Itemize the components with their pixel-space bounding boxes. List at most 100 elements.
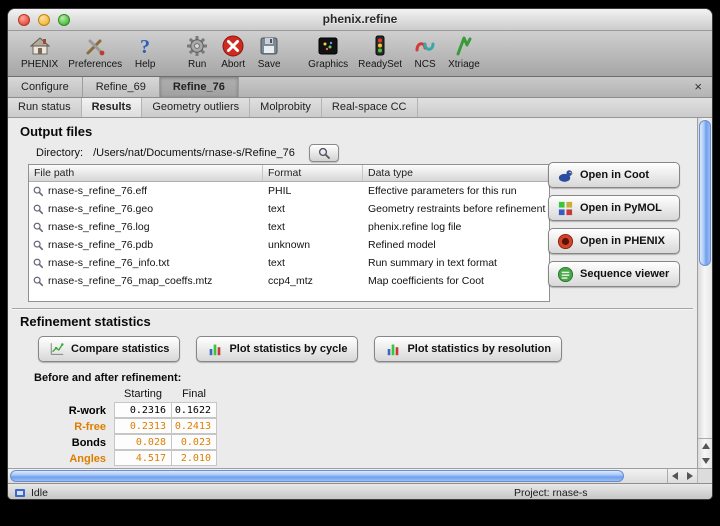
sequence-viewer-button[interactable]: Sequence viewer <box>548 261 680 287</box>
compare-statistics-button[interactable]: Compare statistics <box>38 336 180 362</box>
magnifier-icon <box>32 221 44 233</box>
browse-directory-button[interactable] <box>309 144 339 162</box>
file-format: ccp4_mtz <box>263 272 363 290</box>
vertical-scrollbar[interactable] <box>697 118 712 468</box>
toolbar-button-run[interactable]: Run <box>179 33 215 70</box>
zoom-window-button[interactable] <box>58 14 70 26</box>
column-header-data-type[interactable]: Data type <box>363 165 549 181</box>
stats-row-r-work: R-work 0.2316 0.1622 <box>52 403 217 419</box>
magnifier-icon <box>32 239 44 251</box>
toolbar-button-readyset[interactable]: ReadySet <box>353 33 407 70</box>
directory-label: Directory: <box>36 147 83 159</box>
stat-value-starting: 0.028 <box>114 434 172 450</box>
tab-results[interactable]: Results <box>82 98 143 117</box>
main-tab-bar: Configure Refine_69 Refine_76 × <box>8 77 712 98</box>
table-row[interactable]: rnase-s_refine_76_info.txt text Run summ… <box>29 254 549 272</box>
magnifier-icon <box>32 203 44 215</box>
refinement-statistics-heading: Refinement statistics <box>20 314 151 329</box>
file-path: rnase-s_refine_76_map_coeffs.mtz <box>48 272 212 290</box>
button-label: Sequence viewer <box>580 268 669 280</box>
close-tab-button[interactable]: × <box>691 77 705 97</box>
stat-value-final: 0.2413 <box>171 418 217 434</box>
stats-row-r-free: R-free 0.2313 0.2413 <box>52 419 217 435</box>
file-data-type: Run summary in text format <box>363 254 549 272</box>
toolbar-button-ncs[interactable]: NCS <box>407 33 443 70</box>
toolbar-button-help[interactable]: ? Help <box>127 33 163 70</box>
scrollbar-corner <box>697 468 712 483</box>
table-row[interactable]: rnase-s_refine_76.eff PHIL Effective par… <box>29 182 549 200</box>
plot-statistics-by-resolution-button[interactable]: Plot statistics by resolution <box>374 336 562 362</box>
bar-chart-icon <box>385 341 401 357</box>
table-row[interactable]: rnase-s_refine_76.geo text Geometry rest… <box>29 200 549 218</box>
tab-label: Configure <box>21 81 69 93</box>
stat-value-starting: 4.517 <box>114 450 172 466</box>
horizontal-scrollbar[interactable] <box>8 468 697 483</box>
ncs-icon <box>412 33 438 59</box>
toolbar-label: Run <box>188 59 206 70</box>
tab-run-status[interactable]: Run status <box>8 98 82 117</box>
search-icon <box>317 146 331 160</box>
file-format: PHIL <box>263 182 363 200</box>
magnifier-icon <box>32 185 44 197</box>
scroll-down-arrow[interactable] <box>698 454 713 469</box>
button-label: Compare statistics <box>71 343 169 355</box>
table-row[interactable]: rnase-s_refine_76.log text phenix.refine… <box>29 218 549 236</box>
toolbar-button-phenix[interactable]: PHENIX <box>16 33 63 70</box>
sub-tab-bar: Run status Results Geometry outliers Mol… <box>8 98 712 118</box>
toolbar-label: Save <box>258 59 281 70</box>
open-in-phenix-button[interactable]: Open in PHENIX <box>548 228 680 254</box>
graphics-icon <box>315 33 341 59</box>
open-in-pymol-button[interactable]: Open in PyMOL <box>548 195 680 221</box>
file-format: unknown <box>263 236 363 254</box>
toolbar-button-xtriage[interactable]: Xtriage <box>443 33 485 70</box>
file-path: rnase-s_refine_76.geo <box>48 200 153 218</box>
readyset-traffic-light-icon <box>367 33 393 59</box>
scroll-left-arrow[interactable] <box>668 469 683 483</box>
stats-col-header-starting: Starting <box>114 387 172 403</box>
statistics-buttons: Compare statistics Plot statistics by cy… <box>38 336 562 362</box>
plot-statistics-by-cycle-button[interactable]: Plot statistics by cycle <box>196 336 358 362</box>
button-label: Open in PyMOL <box>580 202 662 214</box>
output-files-table: File path Format Data type rnase-s_refin… <box>28 164 550 302</box>
magnifier-icon <box>32 257 44 269</box>
column-header-file-path[interactable]: File path <box>29 165 263 181</box>
bar-chart-icon <box>207 341 223 357</box>
stats-row-bonds: Bonds 0.028 0.023 <box>52 435 217 451</box>
file-path: rnase-s_refine_76_info.txt <box>48 254 169 272</box>
column-header-format[interactable]: Format <box>263 165 363 181</box>
tab-refine-69[interactable]: Refine_69 <box>83 77 160 97</box>
toolbar-button-preferences[interactable]: Preferences <box>63 33 127 70</box>
tab-configure[interactable]: Configure <box>8 77 83 97</box>
toolbar-button-save[interactable]: Save <box>251 33 287 70</box>
horizontal-scrollbar-thumb[interactable] <box>10 470 624 482</box>
output-files-heading: Output files <box>20 124 92 139</box>
file-path: rnase-s_refine_76.pdb <box>48 236 153 254</box>
vertical-scrollbar-thumb[interactable] <box>699 120 711 266</box>
tab-label: Run status <box>18 101 71 113</box>
directory-row: Directory: /Users/nat/Documents/rnase-s/… <box>36 144 339 162</box>
minimize-window-button[interactable] <box>38 14 50 26</box>
open-in-coot-button[interactable]: Open in Coot <box>548 162 680 188</box>
title-bar[interactable]: phenix.refine <box>8 9 712 31</box>
tab-geometry-outliers[interactable]: Geometry outliers <box>142 98 250 117</box>
file-path: rnase-s_refine_76.log <box>48 218 150 236</box>
svg-text:?: ? <box>140 36 150 58</box>
close-window-button[interactable] <box>18 14 30 26</box>
tab-refine-76[interactable]: Refine_76 <box>160 77 239 97</box>
toolbar-label: Help <box>135 59 156 70</box>
tab-label: Real-space CC <box>332 101 407 113</box>
scroll-right-arrow[interactable] <box>683 469 698 483</box>
button-label: Open in Coot <box>580 169 649 181</box>
tab-molprobity[interactable]: Molprobity <box>250 98 322 117</box>
scroll-up-arrow[interactable] <box>698 439 713 454</box>
refinement-stats-table: Starting Final R-work 0.2316 0.1622 R-fr… <box>52 388 217 467</box>
toolbar-button-abort[interactable]: Abort <box>215 33 251 70</box>
file-format: text <box>263 200 363 218</box>
save-icon <box>256 33 282 59</box>
table-row[interactable]: rnase-s_refine_76.pdb unknown Refined mo… <box>29 236 549 254</box>
toolbar-button-graphics[interactable]: Graphics <box>303 33 353 70</box>
tab-real-space-cc[interactable]: Real-space CC <box>322 98 418 117</box>
toolbar-label: PHENIX <box>21 59 58 70</box>
table-row[interactable]: rnase-s_refine_76_map_coeffs.mtz ccp4_mt… <box>29 272 549 290</box>
tab-label: Geometry outliers <box>152 101 239 113</box>
